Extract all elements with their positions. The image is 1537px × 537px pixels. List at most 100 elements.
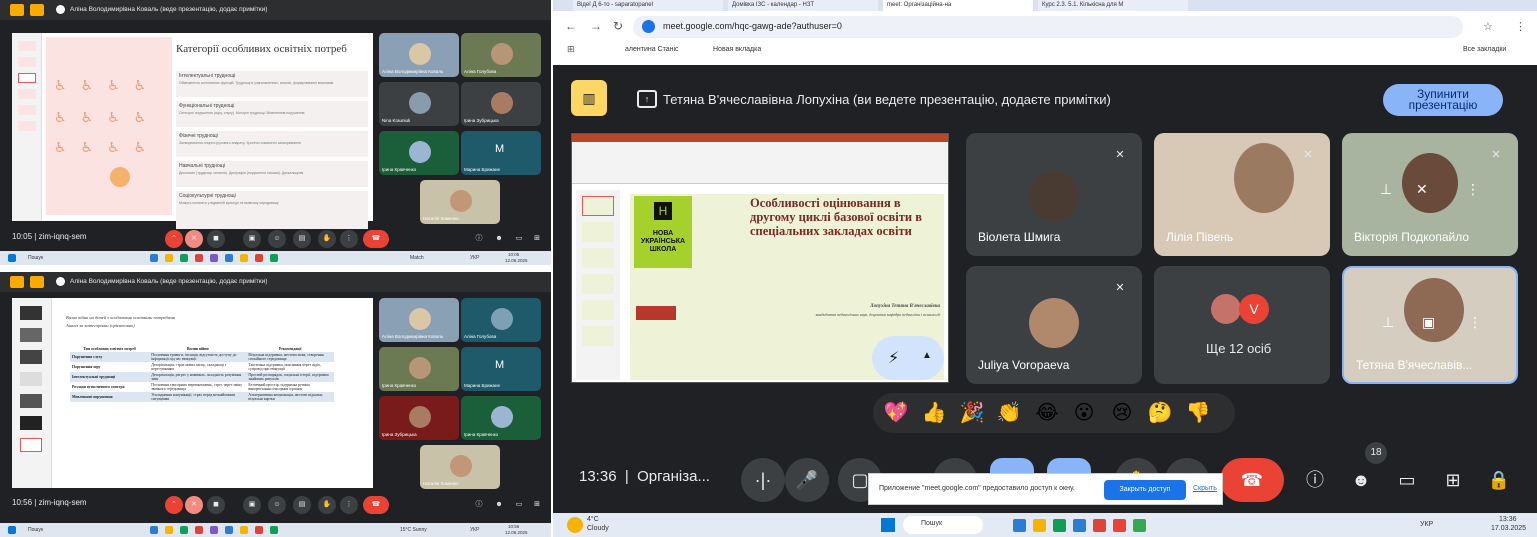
- chat-icon[interactable]: ▭: [1385, 458, 1429, 502]
- taskbar-app-icon[interactable]: [195, 254, 203, 262]
- reaction-surprised[interactable]: 😮: [1071, 400, 1097, 425]
- taskbar-search[interactable]: Пошук: [28, 527, 43, 533]
- participant-tile[interactable]: Наталія Хоменко: [420, 445, 500, 489]
- end-call-button[interactable]: ☎: [1220, 458, 1284, 502]
- present-button[interactable]: ▣: [243, 496, 261, 514]
- mic-button[interactable]: 🎤: [785, 458, 829, 502]
- annotate-icon[interactable]: ⚡: [888, 348, 899, 368]
- taskbar-app-icon[interactable]: [255, 254, 263, 262]
- frame-icon[interactable]: ▣: [1422, 314, 1435, 331]
- share-icon[interactable]: [30, 276, 44, 288]
- taskbar-app-icon[interactable]: [225, 526, 233, 534]
- hand-button[interactable]: ✋: [318, 496, 336, 514]
- reaction-thinking[interactable]: 🤔: [1147, 400, 1173, 425]
- tab[interactable]: Домівка ІЗС - календар - НЗТ: [728, 0, 878, 11]
- taskbar-lang[interactable]: УКР: [470, 255, 479, 261]
- taskbar-app-icon[interactable]: [255, 526, 263, 534]
- taskbar-app-icon[interactable]: [1073, 519, 1086, 532]
- taskbar-app-icon[interactable]: [150, 526, 158, 534]
- ppt-thumbnails[interactable]: [576, 190, 620, 380]
- share-icon[interactable]: [30, 4, 44, 16]
- participant-tile[interactable]: Ірина Кравченко: [461, 396, 541, 440]
- participant-tile[interactable]: Ірина Зубрицька: [379, 396, 459, 440]
- taskbar-app-icon[interactable]: [270, 526, 278, 534]
- more-button[interactable]: ⋮: [340, 230, 358, 248]
- end-call-button[interactable]: ☎: [363, 230, 389, 248]
- star-icon[interactable]: ☆: [1483, 20, 1493, 33]
- hide-link[interactable]: Скрыть: [1193, 485, 1217, 492]
- taskbar-search[interactable]: Пошук: [903, 516, 983, 534]
- taskbar-app-icon[interactable]: [1093, 519, 1106, 532]
- captions-button[interactable]: ▤: [293, 496, 311, 514]
- activities-icon[interactable]: ⊞: [528, 496, 546, 514]
- info-icon[interactable]: ⓘ: [1293, 458, 1337, 502]
- present-button[interactable]: ▣: [243, 230, 261, 248]
- start-icon[interactable]: [881, 518, 895, 532]
- slide-thumbnails[interactable]: [12, 33, 42, 221]
- emoji-button[interactable]: ☺: [268, 496, 286, 514]
- apps-icon[interactable]: ⊞: [567, 44, 575, 55]
- participant-tile[interactable]: M Марина Брижане: [461, 131, 541, 175]
- mic-muted-icon[interactable]: ✕: [185, 496, 203, 514]
- taskbar-app-icon[interactable]: [210, 526, 218, 534]
- pin-icon[interactable]: ⊥: [1382, 314, 1394, 331]
- reaction-heart[interactable]: 💖: [883, 400, 909, 425]
- mic-toggle[interactable]: ⌃: [165, 230, 183, 248]
- pin-icon[interactable]: ⊥: [1380, 181, 1392, 198]
- people-icon[interactable]: ☻: [490, 496, 508, 514]
- participant-tile[interactable]: Ірина Кравченко: [379, 131, 459, 175]
- taskbar-app-icon[interactable]: [165, 254, 173, 262]
- taskbar-app-icon[interactable]: [1133, 519, 1146, 532]
- stop-sharing-button[interactable]: Закрыть доступ: [1104, 480, 1186, 500]
- taskbar-app-icon[interactable]: [165, 526, 173, 534]
- participant-tile[interactable]: Nina Krauniuk: [379, 82, 459, 126]
- more-button[interactable]: ⋮: [340, 496, 358, 514]
- taskbar-app-icon[interactable]: [180, 526, 188, 534]
- language-indicator[interactable]: УКР: [1420, 521, 1433, 528]
- end-call-button[interactable]: ☎: [363, 496, 389, 514]
- taskbar-app-icon[interactable]: [1113, 519, 1126, 532]
- ppt-ribbon[interactable]: [572, 142, 948, 184]
- weather-icon[interactable]: [567, 517, 583, 533]
- tab-active[interactable]: meet: Організаційна-на: [883, 0, 1033, 11]
- address-bar[interactable]: meet.google.com/hqc-gawg-ade?authuser=0: [633, 16, 1463, 38]
- activities-icon[interactable]: ⊞: [1431, 458, 1475, 502]
- forward-icon[interactable]: →: [590, 19, 602, 33]
- bookmark-item[interactable]: Новая вкладка: [713, 46, 761, 53]
- taskbar-app-icon[interactable]: [240, 254, 248, 262]
- emoji-button[interactable]: ☺: [268, 230, 286, 248]
- taskbar-lang[interactable]: УКР: [470, 527, 479, 533]
- presentation-icon[interactable]: ▥: [571, 80, 607, 116]
- participant-tile[interactable]: Наталія Хоменко: [420, 180, 500, 224]
- taskbar-app-icon[interactable]: [180, 254, 188, 262]
- participant-tile[interactable]: Аліна Володимирівна Коваль: [379, 298, 459, 342]
- reaction-thumbs-up[interactable]: 👍: [921, 400, 947, 425]
- taskbar-app-icon[interactable]: [150, 254, 158, 262]
- people-icon[interactable]: ☻: [490, 230, 508, 248]
- host-controls-icon[interactable]: 🔒: [1477, 458, 1521, 502]
- taskbar-app-icon[interactable]: [1053, 519, 1066, 532]
- start-icon[interactable]: [8, 526, 16, 534]
- camera-button[interactable]: ◼: [207, 230, 225, 248]
- participant-tile-self[interactable]: ⊥ ▣ ⋮ Тетяна В'ячеславів...: [1342, 266, 1518, 384]
- participant-tile[interactable]: ✕ Juliya Voropaeva: [966, 266, 1142, 384]
- present-controls-pill[interactable]: ⚡ ▲: [872, 336, 944, 380]
- chevron-up-icon[interactable]: ▲: [922, 350, 932, 361]
- hand-button[interactable]: ✋: [318, 230, 336, 248]
- participant-tile[interactable]: Аліна Володимирівна Коваль: [379, 33, 459, 77]
- hide-icon[interactable]: ✕: [1416, 181, 1428, 198]
- camera-button[interactable]: ◼: [207, 496, 225, 514]
- activities-icon[interactable]: ⊞: [528, 230, 546, 248]
- menu-icon[interactable]: ⋮: [1515, 20, 1526, 33]
- taskbar-app-icon[interactable]: [1033, 519, 1046, 532]
- reaction-party[interactable]: 🎉: [959, 400, 985, 425]
- taskbar-app-icon[interactable]: [195, 526, 203, 534]
- info-icon[interactable]: ⓘ: [470, 496, 488, 514]
- people-icon[interactable]: ☻: [1339, 458, 1383, 502]
- taskbar-app-icon[interactable]: [240, 526, 248, 534]
- reaction-thumbs-down[interactable]: 👎: [1185, 400, 1211, 425]
- reaction-clap[interactable]: 👏: [996, 400, 1022, 425]
- taskbar-app-icon[interactable]: [225, 254, 233, 262]
- mic-muted-icon[interactable]: ✕: [185, 230, 203, 248]
- doc-thumbnails[interactable]: [12, 298, 52, 488]
